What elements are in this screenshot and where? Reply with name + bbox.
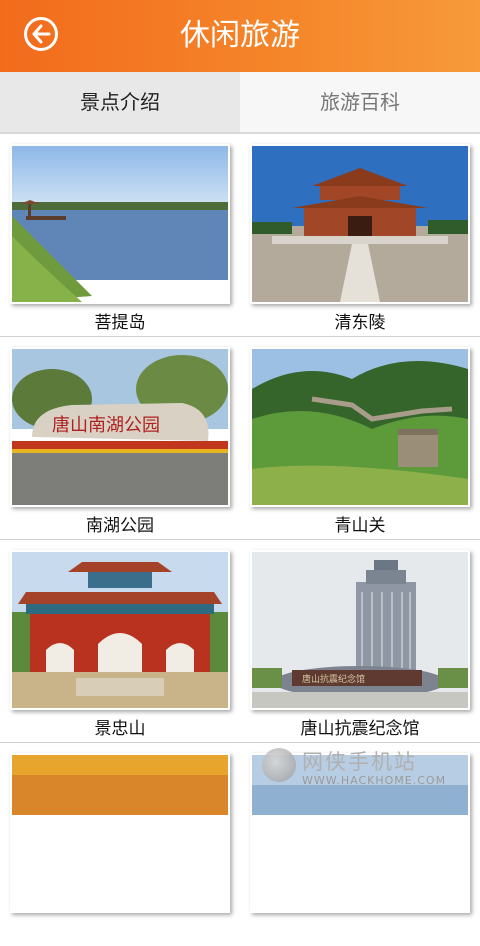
attraction-name: 清东陵 xyxy=(334,313,386,333)
attraction-card-partial[interactable] xyxy=(10,743,236,946)
tab-travel-encyclopedia[interactable]: 旅游百科 xyxy=(240,72,480,132)
app-header: 休闲旅游 xyxy=(0,0,480,72)
attraction-photo xyxy=(250,144,470,304)
attraction-card-jingzhong-mountain[interactable]: 景忠山 xyxy=(10,540,236,743)
svg-text:唐山南湖公园: 唐山南湖公园 xyxy=(52,415,160,436)
attraction-card-qing-eastern-tombs[interactable]: 清东陵 xyxy=(250,134,476,337)
svg-text:唐山抗震纪念馆: 唐山抗震纪念馆 xyxy=(302,673,365,685)
grid-row: 菩提岛 清东陵 xyxy=(0,134,480,337)
attraction-name: 南湖公园 xyxy=(86,516,154,536)
attraction-photo xyxy=(10,144,230,304)
page-title: 休闲旅游 xyxy=(180,18,300,53)
attraction-name: 青山关 xyxy=(334,516,386,536)
attraction-card-qingshan-pass[interactable]: 青山关 xyxy=(250,337,476,540)
attraction-card-nanhu-park[interactable]: 唐山南湖公园 南湖公园 xyxy=(10,337,236,540)
attraction-photo xyxy=(10,550,230,710)
watermark: 网侠手机站 WWW.HACKHOME.COM xyxy=(262,744,472,796)
watermark-logo-icon xyxy=(262,748,296,782)
watermark-text: 网侠手机站 xyxy=(302,750,417,774)
attraction-name: 唐山抗震纪念馆 xyxy=(300,719,420,739)
grid-row: 唐山南湖公园 南湖公园 青山关 xyxy=(0,337,480,540)
tab-attractions[interactable]: 景点介绍 xyxy=(0,72,240,132)
attraction-name: 景忠山 xyxy=(94,719,146,739)
attraction-photo: 唐山抗震纪念馆 xyxy=(250,550,470,710)
attraction-photo: 唐山南湖公园 xyxy=(10,347,230,507)
attraction-photo xyxy=(250,347,470,507)
watermark-url: WWW.HACKHOME.COM xyxy=(302,774,447,787)
grid-row: 景忠山 唐山抗震纪念馆 唐山抗震纪念馆 xyxy=(0,540,480,743)
attraction-card-earthquake-memorial[interactable]: 唐山抗震纪念馆 唐山抗震纪念馆 xyxy=(250,540,476,743)
attraction-photo xyxy=(10,753,230,913)
attraction-name: 菩提岛 xyxy=(94,313,146,333)
tab-bar: 景点介绍 旅游百科 xyxy=(0,72,480,134)
attraction-card-puti-island[interactable]: 菩提岛 xyxy=(10,134,236,337)
